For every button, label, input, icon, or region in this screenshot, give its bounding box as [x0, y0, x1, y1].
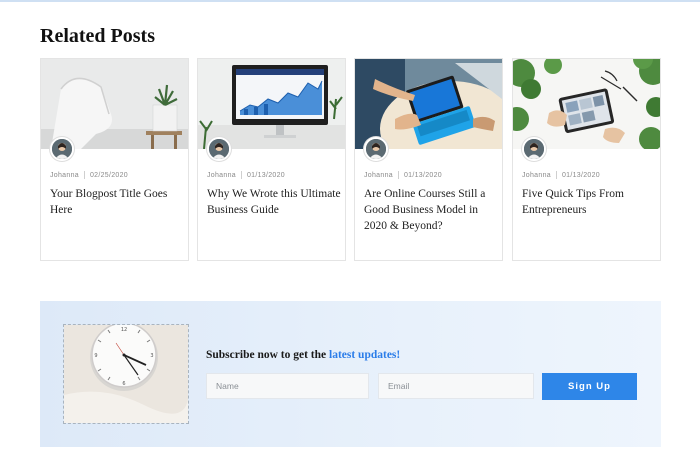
- post-date: 01/13/2020: [246, 171, 286, 179]
- post-title[interactable]: Are Online Courses Still a Good Business…: [364, 186, 500, 234]
- post-meta: Johanna 01/13/2020: [522, 171, 600, 179]
- svg-text:6: 6: [122, 381, 125, 387]
- post-thumbnail[interactable]: [198, 59, 345, 149]
- top-divider: [0, 0, 700, 2]
- wall-clock-image: 12 3 6 9: [63, 324, 189, 424]
- post-card[interactable]: Johanna 01/13/2020 Five Quick Tips From E…: [512, 58, 661, 261]
- author-name[interactable]: Johanna: [50, 172, 79, 179]
- svg-text:9: 9: [94, 353, 97, 359]
- post-date: 02/25/2020: [89, 171, 129, 179]
- svg-text:12: 12: [121, 327, 127, 333]
- post-date: 01/13/2020: [403, 171, 443, 179]
- post-thumbnail[interactable]: [41, 59, 188, 149]
- section-title: Related Posts: [40, 25, 155, 47]
- subscribe-heading: Subscribe now to get the latest updates!: [206, 349, 400, 361]
- name-placeholder: Name: [216, 381, 239, 391]
- subscribe-heading-text: Subscribe now to get the: [206, 349, 327, 361]
- author-name[interactable]: Johanna: [522, 172, 551, 179]
- name-field[interactable]: Name: [206, 373, 369, 399]
- post-meta: Johanna 01/13/2020: [207, 171, 285, 179]
- subscribe-section: 12 3 6 9 Subscribe now to get the latest up…: [40, 301, 661, 447]
- email-field[interactable]: Email: [378, 373, 534, 399]
- author-avatar: [364, 137, 388, 161]
- post-title[interactable]: Five Quick Tips From Entrepreneurs: [522, 186, 658, 218]
- author-name[interactable]: Johanna: [364, 172, 393, 179]
- post-title[interactable]: Your Blogpost Title Goes Here: [50, 186, 186, 218]
- post-meta: Johanna 02/25/2020: [50, 171, 128, 179]
- subscribe-heading-accent: latest updates!: [329, 349, 401, 361]
- post-thumbnail[interactable]: [355, 59, 502, 149]
- meta-divider: [555, 171, 557, 179]
- author-avatar: [522, 137, 546, 161]
- post-date: 01/13/2020: [561, 171, 601, 179]
- post-card[interactable]: Johanna 01/13/2020 Are Online Courses Sti…: [354, 58, 503, 261]
- meta-divider: [240, 171, 242, 179]
- post-card[interactable]: Johanna 02/25/2020 Your Blogpost Title Go…: [40, 58, 189, 261]
- post-meta: Johanna 01/13/2020: [364, 171, 442, 179]
- author-avatar: [207, 137, 231, 161]
- author-avatar: [50, 137, 74, 161]
- svg-text:3: 3: [150, 353, 153, 359]
- author-name[interactable]: Johanna: [207, 172, 236, 179]
- meta-divider: [83, 171, 85, 179]
- post-thumbnail[interactable]: [513, 59, 660, 149]
- meta-divider: [397, 171, 399, 179]
- sign-up-button[interactable]: Sign Up: [542, 373, 637, 400]
- post-card[interactable]: Johanna 01/13/2020 Why We Wrote this Ulti…: [197, 58, 346, 261]
- email-placeholder: Email: [388, 381, 410, 391]
- post-title[interactable]: Why We Wrote this Ultimate Business Guid…: [207, 186, 343, 218]
